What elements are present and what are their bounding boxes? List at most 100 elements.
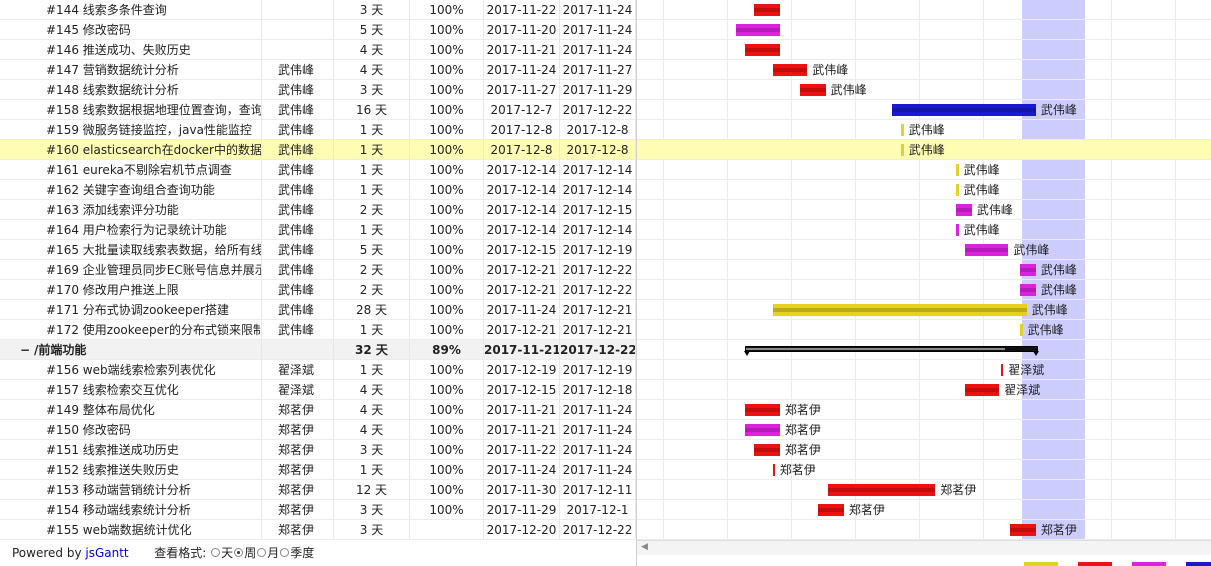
task-row[interactable]: #149 整体布局优化 郑茗伊 4 天 100% 2017-11-21 2017-11-2… — [0, 400, 636, 420]
task-row[interactable]: #154 移动端线索统计分析 郑茗伊 3 天 100% 2017-11-29 2017-1… — [0, 500, 636, 520]
task-bar[interactable] — [1019, 284, 1036, 296]
task-row[interactable]: #153 移动端营销统计分析 郑茗伊 12 天 100% 2017-11-30 2017-… — [0, 480, 636, 500]
task-end-date: 2017-12-22 — [560, 260, 636, 279]
task-bar-resource-label: 郑茗伊 — [1040, 523, 1077, 537]
task-start-date: 2017-12-14 — [484, 200, 560, 219]
task-bar[interactable] — [800, 84, 826, 96]
task-row[interactable]: #170 修改用户推送上限 武伟峰 2 天 100% 2017-12-21 2017-12… — [0, 280, 636, 300]
task-row[interactable]: #152 线索推送失败历史 郑茗伊 1 天 100% 2017-11-24 2017-11… — [0, 460, 636, 480]
task-duration: 1 天 — [334, 360, 410, 379]
task-bar[interactable] — [955, 184, 959, 196]
task-complete: 100% — [410, 100, 484, 119]
task-row[interactable]: #164 用户检索行为记录统计功能 武伟峰 1 天 100% 2017-12-14 201… — [0, 220, 636, 240]
gantt-footer: Powered by jsGantt 查看格式: 天周月季度 — [0, 540, 636, 566]
task-complete: 100% — [410, 0, 484, 19]
task-bar[interactable] — [772, 64, 808, 76]
task-duration: 2 天 — [334, 200, 410, 219]
task-row[interactable]: #145 修改密码 5 天 100% 2017-11-20 2017-11-24 — [0, 20, 636, 40]
task-start-date: 2017-12-8 — [484, 120, 560, 139]
task-row[interactable]: #155 web端数据统计优化 郑茗伊 3 天 2017-12-20 2017-12-2… — [0, 520, 636, 540]
task-row[interactable]: #151 线索推送成功历史 郑茗伊 3 天 100% 2017-11-22 2017-11… — [0, 440, 636, 460]
task-bar[interactable] — [1019, 324, 1023, 336]
task-bar-progress — [964, 248, 1009, 252]
format-radio-天[interactable] — [211, 548, 221, 557]
task-bar[interactable] — [754, 4, 780, 16]
task-start-date: 2017-12-21 — [484, 280, 560, 299]
task-name-cell: #161 eureka不剔除宕机节点调查 — [0, 160, 262, 179]
task-row[interactable]: #162 关键字查询组合查询功能 武伟峰 1 天 100% 2017-12-14 2017… — [0, 180, 636, 200]
task-resource: 郑茗伊 — [262, 400, 334, 419]
task-end-date: 2017-12-8 — [560, 120, 636, 139]
format-radio-周[interactable] — [234, 548, 244, 557]
gantt-row — [637, 240, 1211, 260]
task-row[interactable]: #156 web端线索检索列表优化 翟泽斌 1 天 100% 2017-12-19 201… — [0, 360, 636, 380]
task-row[interactable]: #158 线索数据根据地理位置查询，查询 武伟峰 16 天 100% 2017-12-7… — [0, 100, 636, 120]
task-bar[interactable] — [772, 304, 1027, 316]
task-row[interactable]: #147 营销数据统计分析 武伟峰 4 天 100% 2017-11-24 2017-11… — [0, 60, 636, 80]
task-bar[interactable] — [900, 144, 904, 156]
task-end-date: 2017-11-24 — [560, 420, 636, 439]
task-bar[interactable] — [1019, 264, 1036, 276]
format-option-label: 月 — [267, 546, 280, 560]
task-bar[interactable] — [745, 44, 780, 56]
task-bar[interactable] — [955, 224, 959, 236]
task-row[interactable]: #163 添加线索评分功能 武伟峰 2 天 100% 2017-12-14 2017-12… — [0, 200, 636, 220]
format-radio-月[interactable] — [257, 548, 267, 557]
task-row[interactable]: #172 使用zookeeper的分布式锁来限制会 武伟峰 1 天 100% 2017-… — [0, 320, 636, 340]
task-bar-resource-label: 武伟峰 — [1013, 243, 1050, 257]
task-duration: 1 天 — [334, 180, 410, 199]
collapse-toggle-icon[interactable]: − — [20, 340, 34, 359]
task-resource: 武伟峰 — [262, 240, 334, 259]
task-bar[interactable] — [955, 204, 972, 216]
task-bar[interactable] — [964, 244, 1009, 256]
format-radio-季度[interactable] — [280, 548, 290, 557]
task-bar[interactable] — [900, 124, 904, 136]
task-complete: 100% — [410, 200, 484, 219]
task-row[interactable]: #171 分布式协调zookeeper搭建 武伟峰 28 天 100% 2017-11-… — [0, 300, 636, 320]
task-name-cell: #159 微服务链接监控，java性能监控 — [0, 120, 262, 139]
task-complete: 100% — [410, 40, 484, 59]
group-summary-bar[interactable] — [745, 346, 1038, 352]
task-bar[interactable] — [1010, 524, 1036, 536]
task-bar[interactable] — [736, 24, 780, 36]
task-name-cell: #156 web端线索检索列表优化 — [0, 360, 262, 379]
task-duration: 2 天 — [334, 280, 410, 299]
task-row[interactable]: #160 elasticsearch在docker中的数据持 武伟峰 1 天 100%… — [0, 140, 636, 160]
gantt-row — [637, 400, 1211, 420]
gantt-row — [637, 460, 1211, 480]
task-row[interactable]: #159 微服务链接监控，java性能监控 武伟峰 1 天 100% 2017-12-8… — [0, 120, 636, 140]
task-name: #153 移动端营销统计分析 — [46, 483, 191, 497]
task-bar[interactable] — [772, 464, 775, 476]
horizontal-scrollbar[interactable]: ◀ — [637, 540, 1211, 555]
task-row[interactable]: #148 线索数据统计分析 武伟峰 3 天 100% 2017-11-27 2017-11… — [0, 80, 636, 100]
jsgantt-link[interactable]: jsGantt — [85, 546, 128, 560]
task-name-cell: #154 移动端线索统计分析 — [0, 500, 262, 519]
task-end-date: 2017-12-11 — [560, 480, 636, 499]
task-bar[interactable] — [745, 424, 780, 436]
task-row[interactable]: #150 修改密码 郑茗伊 4 天 100% 2017-11-21 2017-11-24 — [0, 420, 636, 440]
task-row[interactable]: #161 eureka不剔除宕机节点调查 武伟峰 1 天 100% 2017-12-14… — [0, 160, 636, 180]
task-name: #151 线索推送成功历史 — [46, 443, 179, 457]
task-name-cell: #169 企业管理员同步EC账号信息并展示 — [0, 260, 262, 279]
task-row[interactable]: #165 大批量读取线索表数据，给所有线 武伟峰 5 天 100% 2017-12-15… — [0, 240, 636, 260]
task-complete: 100% — [410, 20, 484, 39]
task-name-cell: #171 分布式协调zookeeper搭建 — [0, 300, 262, 319]
task-row[interactable]: #169 企业管理员同步EC账号信息并展示 武伟峰 2 天 100% 2017-12-2… — [0, 260, 636, 280]
task-bar[interactable] — [964, 384, 1000, 396]
task-row[interactable]: #157 线索检索交互优化 翟泽斌 4 天 100% 2017-12-15 2017-12… — [0, 380, 636, 400]
task-bar[interactable] — [891, 104, 1036, 116]
task-bar[interactable] — [827, 484, 936, 496]
task-name-cell: #164 用户检索行为记录统计功能 — [0, 220, 262, 239]
task-bar[interactable] — [754, 444, 780, 456]
task-bar[interactable] — [1001, 364, 1004, 376]
task-bar[interactable] — [818, 504, 844, 516]
scroll-left-icon[interactable]: ◀ — [641, 542, 648, 552]
task-row[interactable]: #146 推送成功、失败历史 4 天 100% 2017-11-21 2017-11-2… — [0, 40, 636, 60]
task-group-row[interactable]: −/前端功能 32 天 89% 2017-11-21 2017-12-22 — [0, 340, 636, 360]
task-resource: 武伟峰 — [262, 80, 334, 99]
task-bar[interactable] — [745, 404, 780, 416]
task-name-cell: #149 整体布局优化 — [0, 400, 262, 419]
task-bar-resource-label: 武伟峰 — [1031, 303, 1068, 317]
task-row[interactable]: #144 线索多条件查询 3 天 100% 2017-11-22 2017-11-24 — [0, 0, 636, 20]
task-bar[interactable] — [955, 164, 959, 176]
